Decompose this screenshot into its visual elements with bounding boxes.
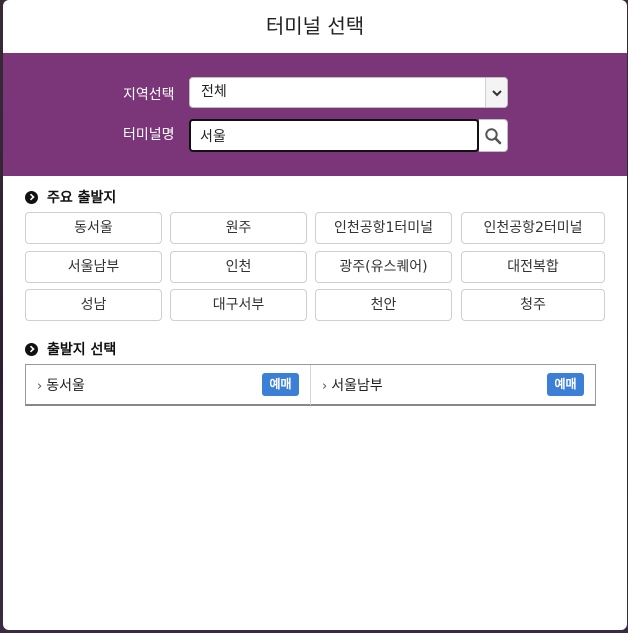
- terminal-name-input[interactable]: [191, 121, 477, 150]
- filter-panel: 지역선택 전체 터미널명: [3, 53, 627, 176]
- choose-departure-title: 출발지 선택: [47, 342, 117, 358]
- chevron-down-icon[interactable]: [485, 78, 507, 107]
- departure-chip[interactable]: 서울남부: [25, 251, 162, 283]
- chevron-right-circle-icon: [25, 190, 38, 204]
- departure-chip[interactable]: 대구서부: [170, 289, 307, 321]
- choose-departure-heading: 출발지 선택: [25, 339, 116, 359]
- search-button[interactable]: [479, 119, 508, 152]
- result-name-wrap: › 서울남부: [322, 375, 383, 395]
- result-item[interactable]: › 동서울 예매: [26, 365, 311, 405]
- chevron-right-icon: ›: [322, 379, 328, 394]
- terminal-name-field: [189, 119, 479, 152]
- departure-chip[interactable]: 동서울: [25, 212, 162, 244]
- result-item[interactable]: › 서울남부 예매: [311, 365, 596, 405]
- departure-chip[interactable]: 인천공항1터미널: [315, 212, 452, 244]
- departure-results: › 동서울 예매 › 서울남부 예매: [25, 364, 596, 406]
- departure-chip[interactable]: 성남: [25, 289, 162, 321]
- departure-chip[interactable]: 광주(유스퀘어): [315, 251, 452, 283]
- departure-chip[interactable]: 천안: [315, 289, 452, 321]
- region-label: 지역선택: [123, 87, 175, 103]
- departure-chip[interactable]: 청주: [461, 289, 605, 321]
- result-name-wrap: › 동서울: [37, 375, 85, 395]
- result-name: 서울남부: [331, 378, 383, 394]
- book-button[interactable]: 예매: [547, 373, 584, 396]
- departure-chip[interactable]: 인천: [170, 251, 307, 283]
- main-departures-heading: 주요 출발지: [25, 187, 116, 207]
- book-button[interactable]: 예매: [262, 373, 299, 396]
- main-departures-title: 주요 출발지: [47, 190, 117, 206]
- departure-chip[interactable]: 인천공항2터미널: [461, 212, 605, 244]
- region-select[interactable]: 전체: [189, 77, 508, 108]
- terminal-select-modal: 터미널 선택 지역선택 전체 터미널명 주요 출발지 동서울 원주 인천공항1터…: [3, 0, 627, 630]
- departure-chip[interactable]: 대전복합: [461, 251, 605, 283]
- search-icon: [485, 127, 502, 144]
- chevron-right-circle-icon: [25, 342, 38, 356]
- chevron-right-icon: ›: [37, 379, 43, 394]
- modal-title: 터미널 선택: [265, 14, 365, 38]
- departure-chip[interactable]: 원주: [170, 212, 307, 244]
- result-name: 동서울: [46, 378, 85, 394]
- region-select-value: 전체: [201, 84, 227, 100]
- terminal-name-label: 터미널명: [123, 127, 175, 143]
